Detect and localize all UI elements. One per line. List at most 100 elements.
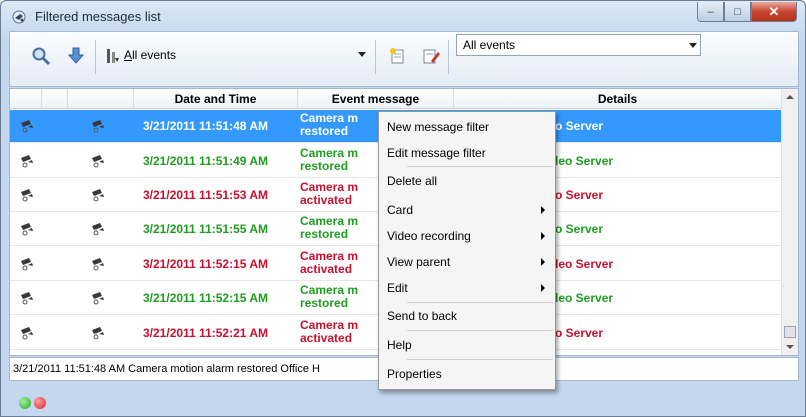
filter-icon bbox=[102, 45, 124, 67]
menu-item-label: Send to back bbox=[387, 309, 458, 323]
column-header[interactable] bbox=[10, 89, 42, 109]
menu-item-label: Edit bbox=[387, 281, 408, 295]
row-datetime: 3/21/2011 11:52:21 AM bbox=[143, 326, 268, 340]
window-title: Filtered messages list bbox=[35, 9, 161, 24]
row-details: o Server bbox=[555, 119, 604, 133]
toolbar-separator bbox=[375, 40, 376, 74]
row-datetime: 3/21/2011 11:52:15 AM bbox=[143, 257, 268, 271]
toolbar-separator bbox=[95, 40, 96, 74]
scroll-down-icon[interactable] bbox=[786, 345, 794, 349]
menu-item-label: Edit message filter bbox=[387, 146, 486, 160]
submenu-arrow-icon bbox=[541, 258, 545, 266]
new-filter-icon[interactable] bbox=[387, 45, 409, 67]
row-event-line2: restored bbox=[300, 159, 349, 173]
row-event-line2: restored bbox=[300, 227, 349, 241]
events-combo-value: All events bbox=[463, 38, 516, 52]
menu-item-label: Properties bbox=[387, 367, 442, 381]
camera-icon bbox=[11, 9, 27, 25]
events-filter-accel: A bbox=[124, 48, 133, 62]
column-header-details[interactable]: Details bbox=[454, 89, 781, 109]
menu-item-send-to-back[interactable]: Send to back bbox=[381, 304, 553, 328]
menu-separator bbox=[407, 359, 553, 360]
camera-icon bbox=[90, 188, 106, 202]
row-datetime: 3/21/2011 11:51:55 AM bbox=[143, 222, 268, 236]
camera-icon bbox=[90, 291, 106, 305]
row-details: leo Server bbox=[555, 257, 614, 271]
row-event-message: Camera m restored bbox=[300, 284, 362, 310]
menu-item-label: Help bbox=[387, 338, 412, 352]
chevron-down-icon[interactable] bbox=[358, 52, 366, 57]
row-datetime: 3/21/2011 11:52:15 AM bbox=[143, 291, 268, 305]
camera-icon bbox=[90, 119, 106, 133]
context-menu: New message filter Edit message filter Del… bbox=[378, 111, 556, 390]
row-details: leo Server bbox=[555, 154, 614, 168]
red-status-icon bbox=[34, 397, 46, 409]
camera-icon bbox=[90, 222, 106, 236]
row-datetime: 3/21/2011 11:51:48 AM bbox=[143, 119, 268, 133]
chevron-down-icon[interactable] bbox=[689, 43, 697, 48]
status-bar bbox=[1, 392, 805, 416]
toolbar-separator bbox=[448, 40, 449, 74]
camera-icon bbox=[90, 257, 106, 271]
events-filter-button[interactable]: All events bbox=[124, 48, 176, 62]
events-combo[interactable]: All events bbox=[456, 34, 701, 56]
row-event-line2: activated bbox=[300, 262, 353, 276]
menu-item-view-parent[interactable]: View parent bbox=[381, 250, 553, 274]
menu-item-video-recording[interactable]: Video recording bbox=[381, 224, 553, 248]
grid-header: Date and Time Event message Details bbox=[10, 89, 781, 109]
menu-item-card[interactable]: Card bbox=[381, 198, 553, 222]
vertical-scrollbar[interactable] bbox=[781, 89, 798, 355]
menu-item-label: New message filter bbox=[387, 120, 490, 134]
menu-item-edit[interactable]: Edit bbox=[381, 276, 553, 300]
row-details: o Server bbox=[555, 326, 604, 340]
close-button[interactable]: ✕ bbox=[751, 2, 797, 22]
minimize-button[interactable]: – bbox=[697, 2, 724, 22]
menu-item-label: Card bbox=[387, 203, 414, 217]
menu-item-delete-all[interactable]: Delete all bbox=[381, 169, 553, 193]
submenu-arrow-icon bbox=[541, 284, 545, 292]
camera-icon bbox=[19, 257, 35, 271]
row-datetime: 3/21/2011 11:51:49 AM bbox=[143, 154, 268, 168]
maximize-button[interactable]: □ bbox=[724, 2, 751, 22]
menu-item-properties[interactable]: Properties bbox=[381, 362, 553, 386]
menu-item-new-message-filter[interactable]: New message filter bbox=[381, 115, 553, 139]
submenu-arrow-icon bbox=[541, 232, 545, 240]
events-filter-label: ll events bbox=[132, 48, 177, 62]
row-event-message: Camera m activated bbox=[300, 250, 362, 276]
camera-icon bbox=[19, 222, 35, 236]
submenu-arrow-icon bbox=[541, 206, 545, 214]
window-controls: – □ ✕ bbox=[697, 2, 797, 22]
row-details: leo Server bbox=[555, 291, 614, 305]
camera-icon bbox=[19, 326, 35, 340]
menu-item-edit-message-filter[interactable]: Edit message filter bbox=[381, 141, 553, 165]
toolbar: All events All events bbox=[9, 31, 799, 87]
edit-filter-icon[interactable] bbox=[420, 45, 442, 67]
scroll-thumb[interactable] bbox=[784, 326, 796, 338]
row-datetime: 3/21/2011 11:51:53 AM bbox=[143, 188, 268, 202]
column-header[interactable] bbox=[42, 89, 68, 109]
menu-item-label: Delete all bbox=[387, 174, 438, 188]
green-status-icon bbox=[19, 397, 31, 409]
magnifier-icon[interactable] bbox=[30, 45, 52, 67]
arrow-down-icon[interactable] bbox=[65, 45, 87, 67]
row-event-line2: activated bbox=[300, 331, 353, 345]
camera-icon bbox=[19, 154, 35, 168]
menu-item-help[interactable]: Help bbox=[381, 333, 553, 357]
column-header-datetime[interactable]: Date and Time bbox=[134, 89, 298, 109]
menu-separator bbox=[407, 330, 553, 331]
title-bar[interactable]: Filtered messages list – □ ✕ bbox=[1, 1, 806, 31]
row-event-line2: restored bbox=[300, 124, 349, 138]
menu-separator bbox=[407, 302, 553, 303]
camera-icon bbox=[19, 119, 35, 133]
row-details: o Server bbox=[555, 222, 604, 236]
camera-icon bbox=[90, 326, 106, 340]
row-event-message: Camera m restored bbox=[300, 112, 362, 138]
column-header-event-message[interactable]: Event message bbox=[298, 89, 454, 109]
menu-item-label: Video recording bbox=[387, 229, 471, 243]
row-event-message: Camera m restored bbox=[300, 215, 362, 241]
camera-icon bbox=[19, 291, 35, 305]
column-header[interactable] bbox=[68, 89, 134, 109]
camera-icon bbox=[19, 188, 35, 202]
menu-item-label: View parent bbox=[387, 255, 451, 269]
scroll-up-icon[interactable] bbox=[786, 95, 794, 99]
